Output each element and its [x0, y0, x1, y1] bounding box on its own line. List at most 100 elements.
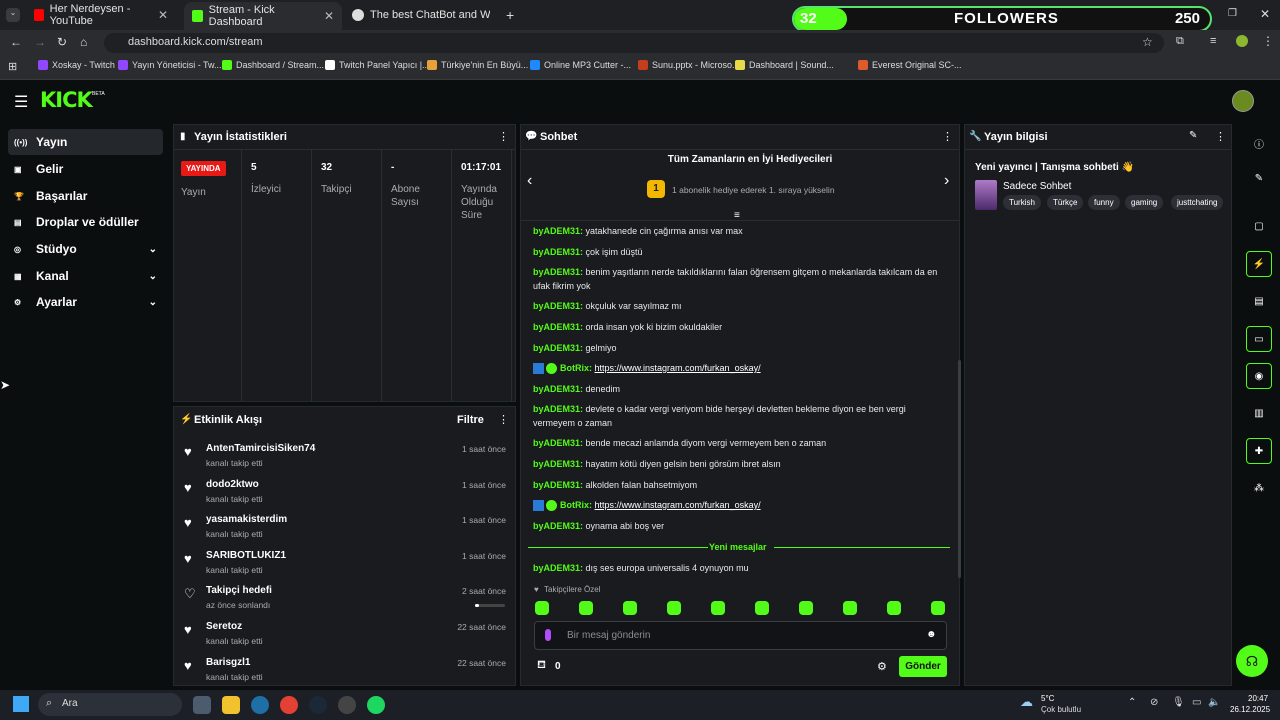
event-name[interactable]: dodo2ktwo [206, 479, 259, 490]
nav-item-0[interactable]: ((•)) Yayın [8, 129, 163, 155]
tag-chip[interactable]: justtchating [1171, 195, 1224, 210]
chat-username[interactable]: byADEM31: [533, 438, 583, 448]
chat-username[interactable]: byADEM31: [533, 459, 583, 469]
file-explorer-icon[interactable] [222, 696, 240, 714]
category-name[interactable]: Sadece Sohbet [1003, 181, 1071, 192]
tab-list-button[interactable]: ⌄ [6, 8, 20, 22]
tab-kick[interactable]: Stream - Kick Dashboard ✕ [184, 2, 342, 30]
gifters-prev-icon[interactable]: ‹ [527, 172, 532, 190]
nav-item-2[interactable]: 🏆 Başarılar [8, 183, 163, 209]
bookmark-star-icon[interactable]: ☆ [1142, 35, 1153, 49]
print-icon[interactable]: ▥ [1246, 400, 1272, 426]
chat-username[interactable]: byADEM31: [533, 384, 583, 394]
task-view-icon[interactable] [193, 696, 211, 714]
nav-item-1[interactable]: ▣ Gelir [8, 156, 163, 182]
close-icon[interactable]: ✕ [324, 9, 334, 23]
chat-username[interactable]: BotRix: [560, 363, 592, 373]
tray-chevron-icon[interactable]: ⌃ [1128, 697, 1136, 708]
share-icon[interactable]: ⁂ [1246, 475, 1272, 501]
taskbar-search[interactable] [38, 693, 182, 716]
new-tab-button[interactable]: + [506, 7, 514, 23]
chat-text[interactable]: https://www.instagram.com/furkan_oskay/ [595, 500, 761, 510]
chat-username[interactable]: byADEM31: [533, 343, 583, 353]
event-name[interactable]: Barisgzl1 [206, 657, 250, 668]
forward-icon[interactable]: → [34, 35, 46, 49]
emote-icon[interactable] [535, 601, 549, 615]
emoji-icon[interactable]: ☻ [926, 629, 937, 640]
emote-icon[interactable] [843, 601, 857, 615]
filter-button[interactable]: Filtre [457, 414, 484, 426]
chrome-icon[interactable] [280, 696, 298, 714]
network-icon[interactable]: ⊘ [1150, 697, 1158, 708]
bookmark-item[interactable]: Xoskay - Twitch [38, 60, 115, 70]
chat-username[interactable]: byADEM31: [533, 322, 583, 332]
nav-item-5[interactable]: ▦ Kanal ⌄ [8, 263, 163, 289]
reload-icon[interactable]: ↻ [57, 35, 67, 49]
chat-more-icon[interactable]: ⋮ [942, 130, 953, 143]
user-avatar[interactable] [1232, 90, 1254, 112]
chat-username[interactable]: byADEM31: [533, 301, 583, 311]
windows-start-icon[interactable] [13, 696, 29, 712]
url-bar[interactable]: dashboard.kick.com/stream [104, 33, 1164, 53]
info-icon[interactable]: ⓘ [1246, 130, 1272, 156]
chevron-down-icon[interactable]: ⌄ [149, 244, 157, 255]
back-icon[interactable]: ← [10, 35, 22, 49]
tag-chip[interactable]: gaming [1125, 195, 1164, 210]
lightning-icon[interactable]: ⚡ [1246, 251, 1272, 277]
chat-username[interactable]: byADEM31: [533, 226, 583, 236]
microphone-icon[interactable] [545, 629, 551, 641]
chat-text[interactable]: https://www.instagram.com/furkan_oskay/ [595, 363, 761, 373]
crop-icon[interactable]: ▢ [1246, 213, 1272, 239]
chat-username[interactable]: BotRix: [560, 500, 592, 510]
display-icon[interactable]: ▭ [1192, 697, 1201, 708]
emote-icon[interactable] [711, 601, 725, 615]
chat-username[interactable]: byADEM31: [533, 563, 583, 573]
bookmark-item[interactable]: Sunu.pptx - Microso... [638, 60, 740, 70]
bookmark-item[interactable]: Türkiye'nin En Büyü... [427, 60, 528, 70]
event-name[interactable]: Seretoz [206, 621, 242, 632]
nav-item-3[interactable]: ▤ Droplar ve ödüller [8, 209, 163, 235]
spotify-icon[interactable] [367, 696, 385, 714]
emote-icon[interactable] [623, 601, 637, 615]
event-name[interactable]: AntenTamircisiSiken74 [206, 443, 315, 454]
volume-icon[interactable]: 🔈 [1208, 697, 1220, 708]
events-more-icon[interactable]: ⋮ [498, 413, 509, 426]
info-more-icon[interactable]: ⋮ [1215, 130, 1226, 143]
tag-chip[interactable]: funny [1088, 195, 1120, 210]
apps-icon[interactable]: ⊞ [8, 60, 17, 73]
help-button[interactable]: ☊ [1236, 645, 1268, 677]
emote-icon[interactable] [887, 601, 901, 615]
bookmark-item[interactable]: Dashboard | Sound... [735, 60, 834, 70]
bookmark-item[interactable]: Dashboard / Stream... [222, 60, 324, 70]
chat-username[interactable]: byADEM31: [533, 267, 583, 277]
tab-youtube[interactable]: Her Nerdeysen - YouTube ✕ [26, 3, 176, 27]
tab-botrix[interactable]: The best ChatBot and Widgets [344, 4, 504, 26]
tag-chip[interactable]: Türkçe [1047, 195, 1084, 210]
emote-icon[interactable] [755, 601, 769, 615]
restore-icon[interactable]: ❐ [1228, 8, 1237, 19]
pencil-icon[interactable]: ✎ [1246, 165, 1272, 191]
extensions-icon[interactable]: ⧉ [1176, 35, 1184, 48]
send-button[interactable]: Gönder [899, 656, 947, 677]
hamburger-menu-icon[interactable]: ☰ [14, 92, 28, 112]
event-name[interactable]: Takipçi hedefi [206, 585, 272, 596]
app-icon[interactable] [251, 696, 269, 714]
close-window-icon[interactable]: ✕ [1260, 7, 1270, 21]
edit-icon[interactable]: ✎ [1189, 130, 1197, 141]
event-name[interactable]: yasamakisterdim [206, 514, 287, 525]
stats-more-icon[interactable]: ⋮ [498, 130, 509, 143]
chat-username[interactable]: byADEM31: [533, 480, 583, 490]
kick-logo[interactable]: KICK [40, 88, 93, 112]
chevron-down-icon[interactable]: ⌄ [149, 297, 157, 308]
gifters-next-icon[interactable]: › [944, 172, 949, 190]
emote-icon[interactable] [799, 601, 813, 615]
bookmark-item[interactable]: Twitch Panel Yapıcı |... [325, 60, 430, 70]
chat-username[interactable]: byADEM31: [533, 247, 583, 257]
emote-icon[interactable] [931, 601, 945, 615]
emote-icon[interactable] [579, 601, 593, 615]
chat-settings-icon[interactable]: ⚙ [877, 660, 887, 673]
media-icon[interactable]: ≡ [1210, 35, 1216, 47]
wrench-icon[interactable]: ✚ [1246, 438, 1272, 464]
bookmark-item[interactable]: Online MP3 Cutter -... [530, 60, 631, 70]
bookmark-item[interactable]: Yayın Yöneticisi - Tw... [118, 60, 222, 70]
